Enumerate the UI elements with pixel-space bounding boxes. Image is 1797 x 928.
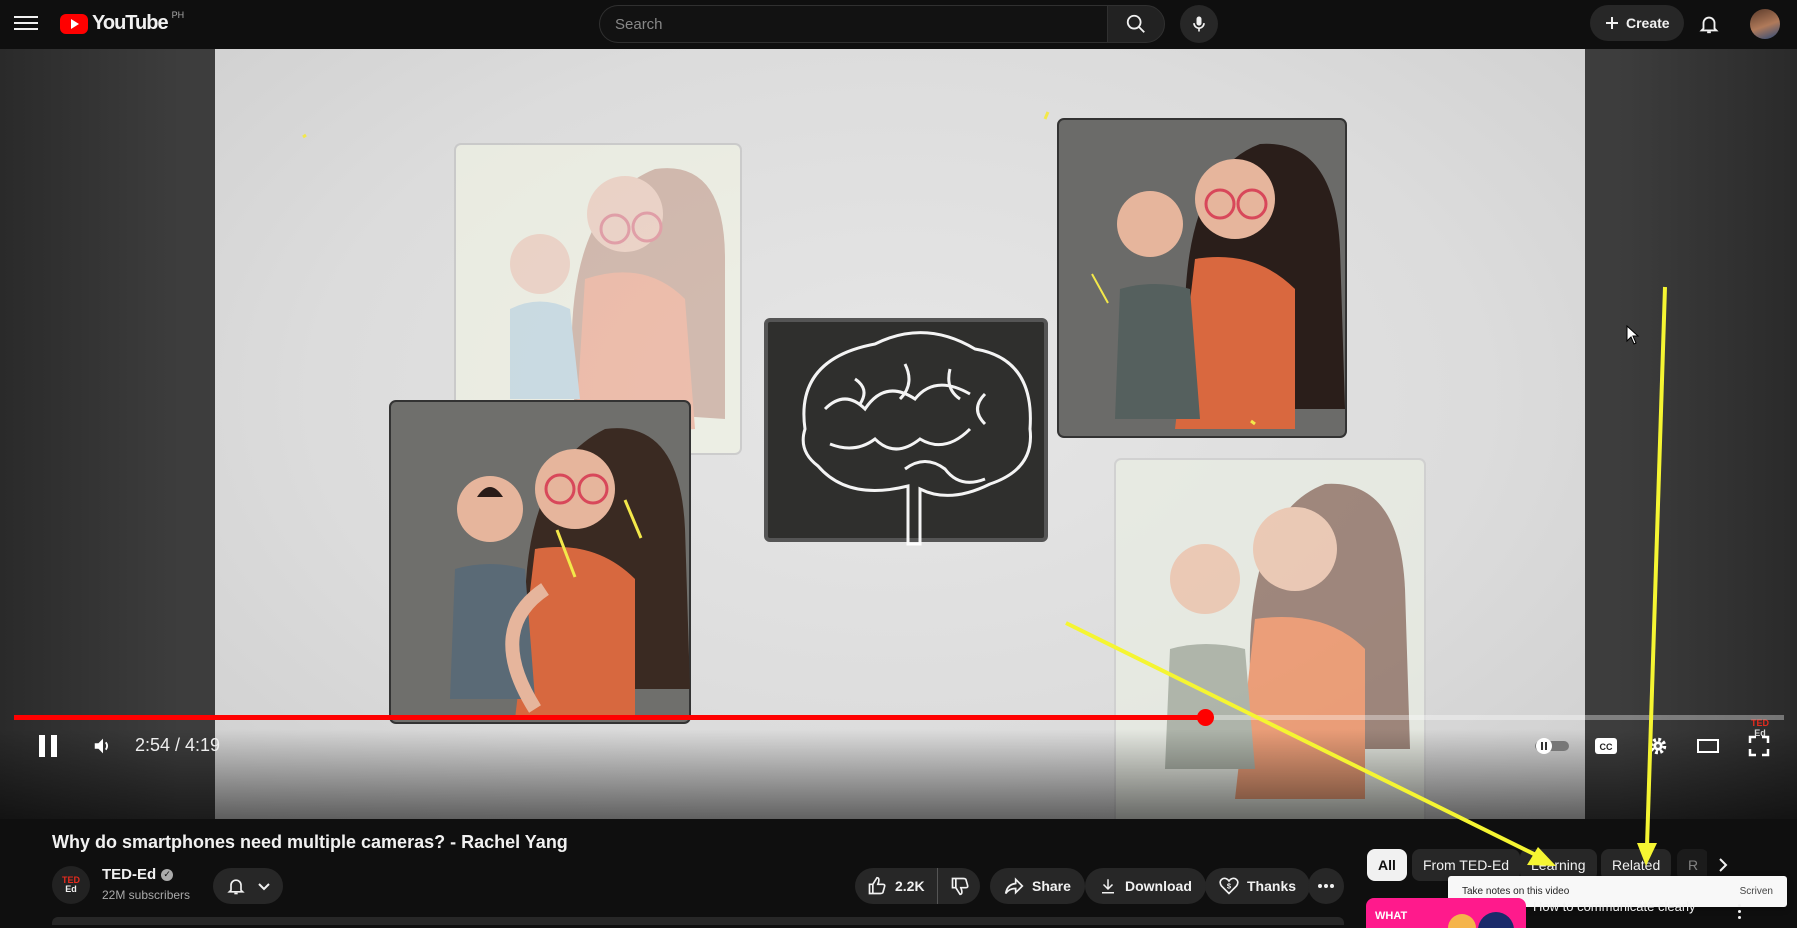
channel-avatar-bottom: Ed (65, 884, 77, 894)
thumbs-up-icon (868, 876, 886, 895)
mouse-cursor-icon (1626, 325, 1640, 345)
channel-name-link[interactable]: TED-Ed ✓ (102, 866, 174, 883)
thumbs-down-icon (951, 877, 969, 896)
chevron-down-icon (258, 883, 270, 891)
like-count: 2.2K (895, 878, 925, 894)
download-icon (1102, 879, 1114, 894)
video-player[interactable]: TED Ed (0, 49, 1797, 819)
dislike-button[interactable] (938, 868, 982, 904)
time-display: 2:54 / 4:19 (135, 735, 221, 755)
settings-button[interactable] (1643, 726, 1673, 766)
autoplay-toggle-icon (1535, 738, 1569, 754)
search-input[interactable] (599, 5, 1107, 43)
like-button[interactable]: 2.2K (855, 868, 938, 904)
country-code: PH (171, 9, 185, 20)
captions-button[interactable]: CC (1591, 726, 1621, 766)
pause-icon (39, 735, 57, 757)
heart-dollar-icon: $ (1219, 877, 1239, 895)
gear-icon (1649, 737, 1667, 755)
search-button[interactable] (1107, 5, 1165, 43)
microphone-icon (1193, 16, 1205, 32)
svg-text:$: $ (1227, 882, 1232, 891)
notifications-button[interactable] (1693, 8, 1725, 40)
channel-avatar[interactable]: TED Ed (52, 866, 90, 904)
fullscreen-icon (1748, 735, 1770, 757)
pause-button[interactable] (32, 726, 64, 766)
theater-mode-icon (1697, 739, 1719, 753)
plus-icon (1606, 17, 1618, 29)
download-label: Download (1125, 878, 1192, 894)
like-dislike-group: 2.2K (855, 868, 980, 904)
theater-mode-button[interactable] (1693, 726, 1723, 766)
video-title: Why do smartphones need multiple cameras… (52, 832, 568, 852)
volume-button[interactable] (88, 726, 118, 766)
youtube-logo[interactable]: YouTube PH (60, 9, 185, 35)
top-bar: YouTube PH Create (0, 0, 1797, 48)
fullscreen-button[interactable] (1744, 726, 1774, 766)
notes-toast-text: Take notes on this video (1462, 886, 1570, 897)
bell-icon (227, 879, 245, 895)
controls-gradient (0, 729, 1797, 819)
verified-check-icon: ✓ (161, 868, 174, 881)
volume-icon (94, 738, 109, 754)
voice-search-button[interactable] (1180, 5, 1218, 43)
video-illustration (302, 111, 1426, 819)
notes-toast-brand: Scriven (1739, 886, 1773, 897)
more-actions-button[interactable] (1308, 868, 1344, 904)
channel-name: TED-Ed (102, 866, 157, 883)
search-icon (1126, 14, 1145, 33)
thanks-button[interactable]: $ Thanks (1205, 868, 1311, 904)
menu-icon[interactable] (12, 12, 40, 36)
chevron-right-icon (1719, 858, 1728, 872)
share-icon (1004, 877, 1024, 895)
chip-all[interactable]: All (1367, 849, 1407, 881)
autoplay-toggle[interactable] (1532, 726, 1572, 766)
more-horizontal-icon (1318, 884, 1334, 888)
search-bar (599, 5, 1165, 43)
user-avatar[interactable] (1750, 9, 1780, 39)
video-frame[interactable] (215, 49, 1585, 819)
captions-icon: CC (1595, 738, 1617, 754)
bell-icon (1699, 16, 1719, 34)
download-button[interactable]: Download (1085, 868, 1206, 904)
progress-bar[interactable] (14, 709, 1784, 726)
subscriber-count: 22M subscribers (102, 888, 191, 902)
share-button[interactable]: Share (990, 868, 1085, 904)
more-vertical-icon[interactable] (1732, 898, 1746, 924)
create-button[interactable]: Create (1590, 5, 1684, 41)
create-label: Create (1626, 15, 1670, 31)
share-label: Share (1032, 878, 1071, 894)
youtube-play-icon (60, 13, 88, 34)
svg-text:CC: CC (1600, 742, 1613, 752)
logo-text: YouTube (92, 12, 169, 34)
chips-next-button[interactable] (1710, 852, 1736, 878)
thanks-label: Thanks (1247, 878, 1297, 894)
recommended-video-title[interactable]: How to communicate clearly (1533, 899, 1733, 914)
subscription-bell-button[interactable] (213, 868, 283, 904)
progress-played (14, 715, 1206, 720)
